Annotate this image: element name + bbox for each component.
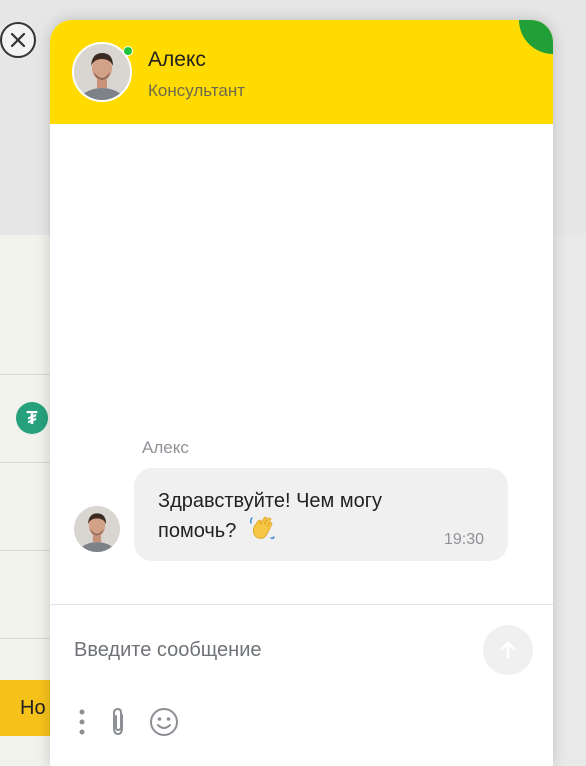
more-options-button[interactable] xyxy=(76,706,88,738)
emoji-button[interactable] xyxy=(148,706,180,738)
message-input[interactable] xyxy=(72,632,456,668)
message-avatar xyxy=(74,506,120,552)
background-button-label: Но xyxy=(20,696,46,719)
message-bubble: Здравствуйте! Чем могу помочь? 19:30 xyxy=(134,468,508,561)
agent-name: Алекс xyxy=(148,48,206,71)
close-icon xyxy=(10,32,26,48)
agent-role: Консультант xyxy=(148,81,246,100)
message-time: 19:30 xyxy=(443,531,484,548)
online-status-dot xyxy=(123,46,133,56)
attach-file-button[interactable] xyxy=(106,706,130,738)
close-chat-button[interactable] xyxy=(0,22,36,58)
message-sender-name: Алекс xyxy=(142,438,189,457)
send-button[interactable] xyxy=(483,625,533,675)
composer-divider xyxy=(50,604,553,605)
chat-header: Алекс Консультант xyxy=(50,20,553,124)
chat-widget: Алекс Консультант Алекс Здравствуйте! Че… xyxy=(50,20,553,766)
paperclip-icon xyxy=(113,707,123,736)
corner-decoration xyxy=(519,20,553,54)
waving-hand-icon xyxy=(248,515,276,551)
smiley-icon xyxy=(150,708,178,736)
more-options-icon xyxy=(79,709,85,735)
arrow-up-icon xyxy=(500,641,516,660)
message-text-block: Здравствуйте! Чем могу помочь? xyxy=(158,487,458,551)
tether-coin-icon: ₮ xyxy=(16,402,48,434)
